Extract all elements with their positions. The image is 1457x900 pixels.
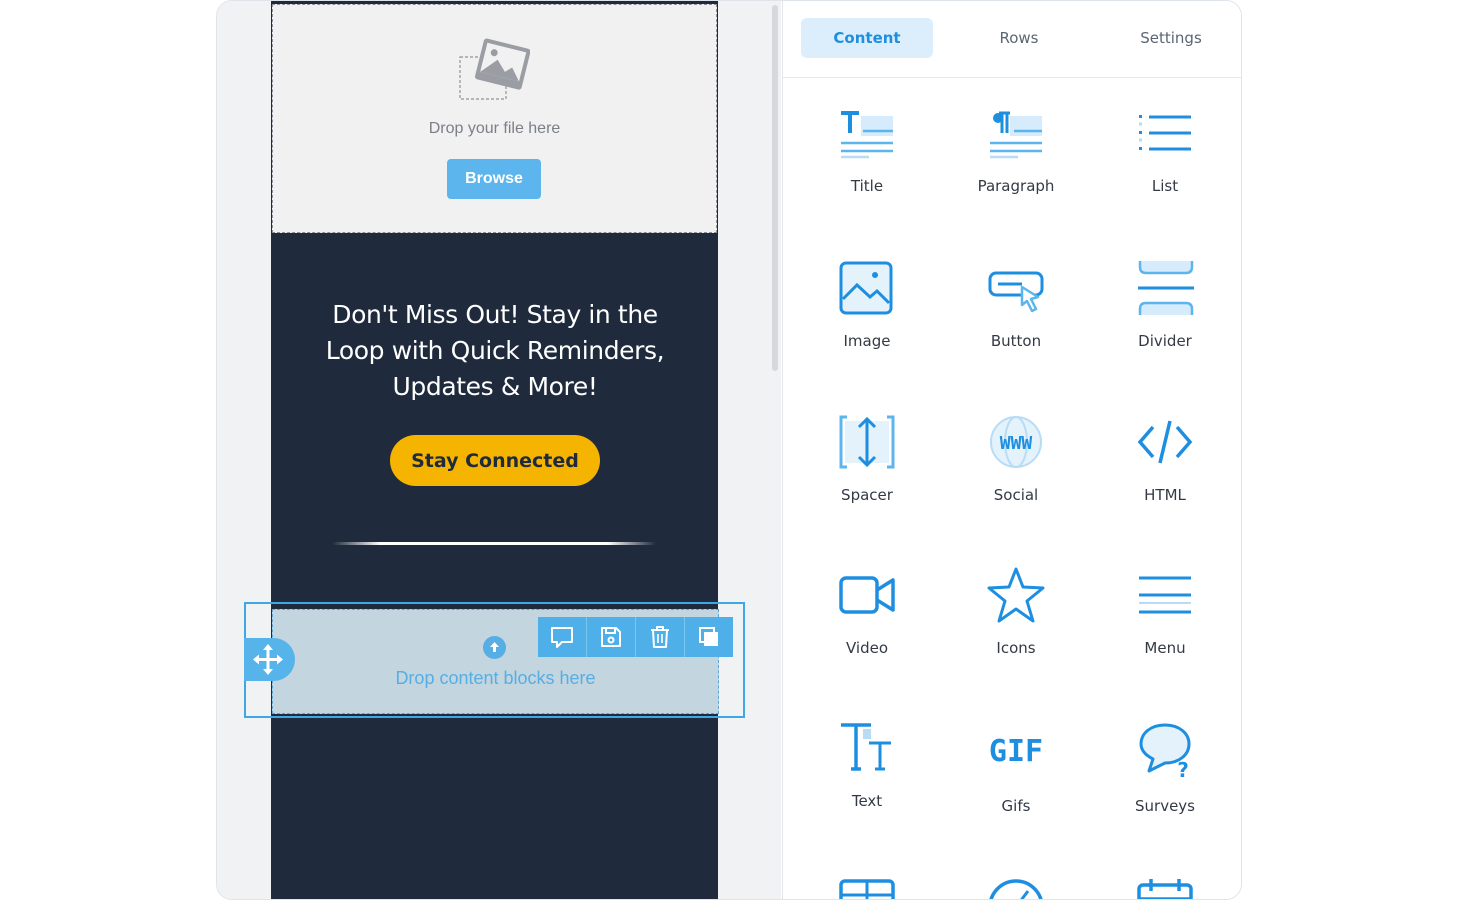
browse-button[interactable]: Browse: [447, 159, 541, 199]
block-label: Text: [851, 792, 883, 810]
block-title[interactable]: Title: [797, 107, 937, 247]
button-icon: [988, 271, 1044, 313]
panel-tabs: Content Rows Settings: [783, 1, 1241, 78]
svg-text:?: ?: [1177, 758, 1189, 779]
email-divider: [332, 542, 656, 545]
email-canvas[interactable]: Drop your file here Browse Don't Miss Ou…: [217, 1, 781, 899]
drop-blocks-text: Drop content blocks here: [395, 668, 596, 688]
divider-icon: [1138, 261, 1194, 315]
block-label: Title: [850, 177, 884, 195]
spacer-icon: [839, 415, 895, 469]
duplicate-icon: [699, 627, 718, 646]
block-label: Paragraph: [977, 177, 1055, 195]
drop-file-text: Drop your file here: [428, 120, 561, 137]
video-icon: [839, 576, 895, 614]
block-label: Divider: [1138, 332, 1192, 350]
list-icon: [1139, 115, 1191, 151]
tab-rows[interactable]: Rows: [953, 18, 1085, 58]
timer-icon: [989, 879, 1043, 899]
svg-text:WWW: WWW: [1000, 433, 1033, 454]
block-label: Surveys: [1135, 797, 1195, 815]
star-icon: [987, 567, 1045, 623]
block-label: Gifs: [1001, 797, 1031, 815]
block-button[interactable]: Button: [946, 259, 1086, 399]
block-label: Button: [990, 332, 1042, 350]
file-dropzone[interactable]: Drop your file here Browse: [272, 4, 717, 233]
email-headline[interactable]: Don't Miss Out! Stay in the Loop with Qu…: [322, 297, 668, 405]
content-panel: Content Rows Settings Title Paragraph Li…: [782, 1, 1241, 899]
block-gifs[interactable]: GIF Gifs: [946, 719, 1086, 859]
title-icon: [841, 111, 893, 159]
svg-text:GIF: GIF: [989, 734, 1043, 769]
calendar-icon: [1137, 879, 1193, 899]
block-label: Spacer: [841, 486, 893, 504]
block-label: HTML: [1144, 486, 1186, 504]
block-label: Social: [993, 486, 1039, 504]
save-icon: [601, 627, 621, 647]
block-html[interactable]: HTML: [1095, 413, 1235, 553]
block-list[interactable]: List: [1095, 107, 1235, 247]
canvas-scrollbar[interactable]: [772, 5, 778, 371]
comment-button[interactable]: [538, 617, 587, 657]
social-icon: WWW: [990, 416, 1042, 468]
survey-icon: ?: [1139, 723, 1191, 779]
move-icon: [253, 644, 283, 675]
block-partial-calendar[interactable]: [1095, 877, 1235, 899]
delete-button[interactable]: [636, 617, 685, 657]
block-image[interactable]: Image: [797, 259, 937, 399]
block-label: List: [1151, 177, 1179, 195]
save-block-button[interactable]: [587, 617, 636, 657]
row-toolbar: [538, 617, 733, 657]
paragraph-icon: [990, 111, 1042, 159]
tab-content[interactable]: Content: [801, 18, 933, 58]
block-paragraph[interactable]: Paragraph: [946, 107, 1086, 247]
block-label: Video: [845, 639, 889, 657]
block-social[interactable]: WWW Social: [946, 413, 1086, 553]
block-label: Image: [843, 332, 891, 350]
menu-icon: [1139, 576, 1191, 614]
block-partial-columns[interactable]: [797, 877, 937, 899]
html-icon: [1137, 420, 1193, 464]
block-surveys[interactable]: ? Surveys: [1095, 719, 1235, 859]
block-text[interactable]: Text: [797, 719, 937, 859]
stay-connected-button[interactable]: Stay Connected: [390, 435, 600, 486]
block-label: Icons: [996, 639, 1036, 657]
block-spacer[interactable]: Spacer: [797, 413, 937, 553]
block-video[interactable]: Video: [797, 566, 937, 706]
block-icons[interactable]: Icons: [946, 566, 1086, 706]
block-label: Menu: [1144, 639, 1186, 657]
image-icon: [839, 261, 893, 315]
tab-settings[interactable]: Settings: [1105, 18, 1237, 58]
image-placeholder-icon: [459, 38, 530, 100]
duplicate-button[interactable]: [685, 617, 733, 657]
block-menu[interactable]: Menu: [1095, 566, 1235, 706]
upload-icon: [483, 636, 506, 659]
email-editor: Drop your file here Browse Don't Miss Ou…: [216, 0, 1242, 900]
comment-icon: [551, 627, 573, 648]
block-divider[interactable]: Divider: [1095, 259, 1235, 399]
move-handle[interactable]: [244, 638, 295, 681]
trash-icon: [651, 626, 669, 648]
text-icon: [841, 723, 891, 771]
gif-icon: GIF: [989, 734, 1043, 769]
block-partial-timer[interactable]: [946, 877, 1086, 899]
columns-icon: [839, 879, 895, 899]
